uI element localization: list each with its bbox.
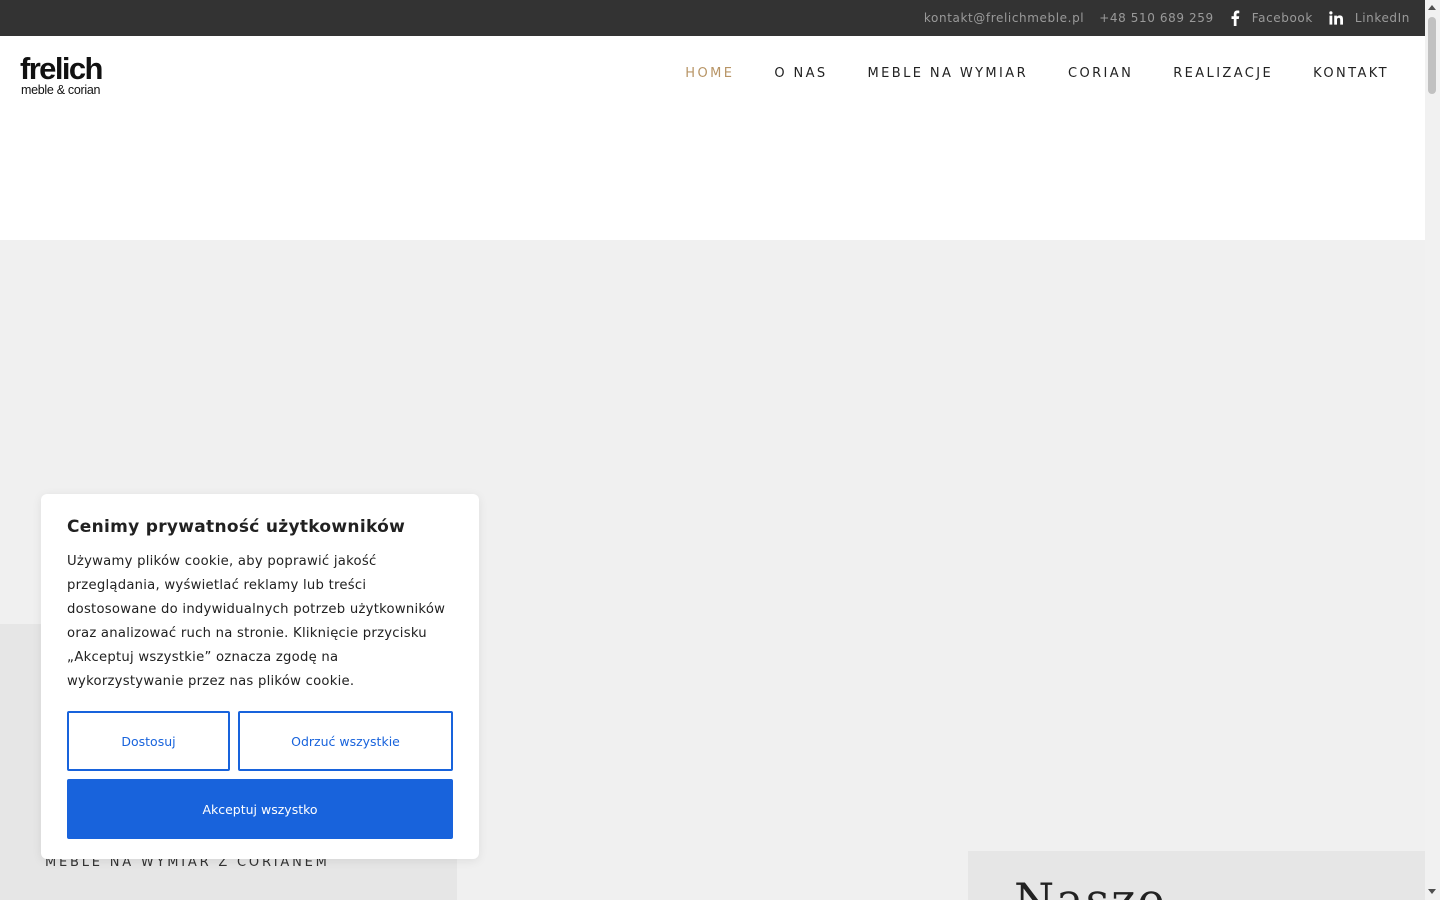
- cookie-buttons: Dostosuj Odrzuć wszystkie Akceptuj wszys…: [67, 711, 453, 839]
- logo-tagline: meble & corian: [21, 83, 101, 97]
- customize-button[interactable]: Dostosuj: [67, 711, 230, 771]
- contact-phone[interactable]: +48 510 689 259: [1099, 11, 1213, 25]
- contact-email[interactable]: kontakt@frelichmeble.pl: [924, 11, 1084, 25]
- scrollbar-thumb[interactable]: [1428, 17, 1436, 94]
- site-header: frelich meble & corian HOME O NAS MEBLE …: [0, 36, 1425, 240]
- cookie-description: Używamy plików cookie, aby poprawić jako…: [67, 554, 446, 689]
- nav-item-home[interactable]: HOME: [685, 66, 734, 81]
- linkedin-label: LinkedIn: [1354, 11, 1410, 25]
- facebook-link[interactable]: Facebook: [1230, 10, 1313, 26]
- nav-item-realizacje[interactable]: REALIZACJE: [1173, 66, 1273, 81]
- section-heading: Nasze: [1014, 873, 1167, 900]
- linkedin-link[interactable]: LinkedIn: [1329, 11, 1410, 25]
- scroll-up-icon[interactable]: [1428, 5, 1436, 10]
- cookie-consent-dialog: Cenimy prywatność użytkowników Używamy p…: [41, 494, 479, 859]
- accept-all-button[interactable]: Akceptuj wszystko: [67, 779, 453, 839]
- linkedin-icon: [1329, 11, 1343, 25]
- top-bar: kontakt@frelichmeble.pl +48 510 689 259 …: [0, 0, 1425, 36]
- logo-wordmark: frelich: [20, 51, 103, 86]
- page-scrollbar[interactable]: [1425, 0, 1440, 900]
- facebook-icon: [1231, 10, 1240, 26]
- site-logo[interactable]: frelich meble & corian: [20, 53, 120, 98]
- main-nav: HOME O NAS MEBLE NA WYMIAR CORIAN REALIZ…: [645, 66, 1389, 81]
- hero-right-panel: Nasze: [968, 851, 1425, 900]
- nav-item-meble-na-wymiar[interactable]: MEBLE NA WYMIAR: [868, 66, 1028, 81]
- cookie-title: Cenimy prywatność użytkowników: [67, 517, 406, 537]
- nav-item-kontakt[interactable]: KONTAKT: [1313, 66, 1389, 81]
- nav-item-o-nas[interactable]: O NAS: [774, 66, 827, 81]
- scroll-down-icon[interactable]: [1428, 889, 1436, 894]
- facebook-label: Facebook: [1251, 11, 1313, 25]
- nav-item-corian[interactable]: CORIAN: [1068, 66, 1133, 81]
- reject-all-button[interactable]: Odrzuć wszystkie: [238, 711, 453, 771]
